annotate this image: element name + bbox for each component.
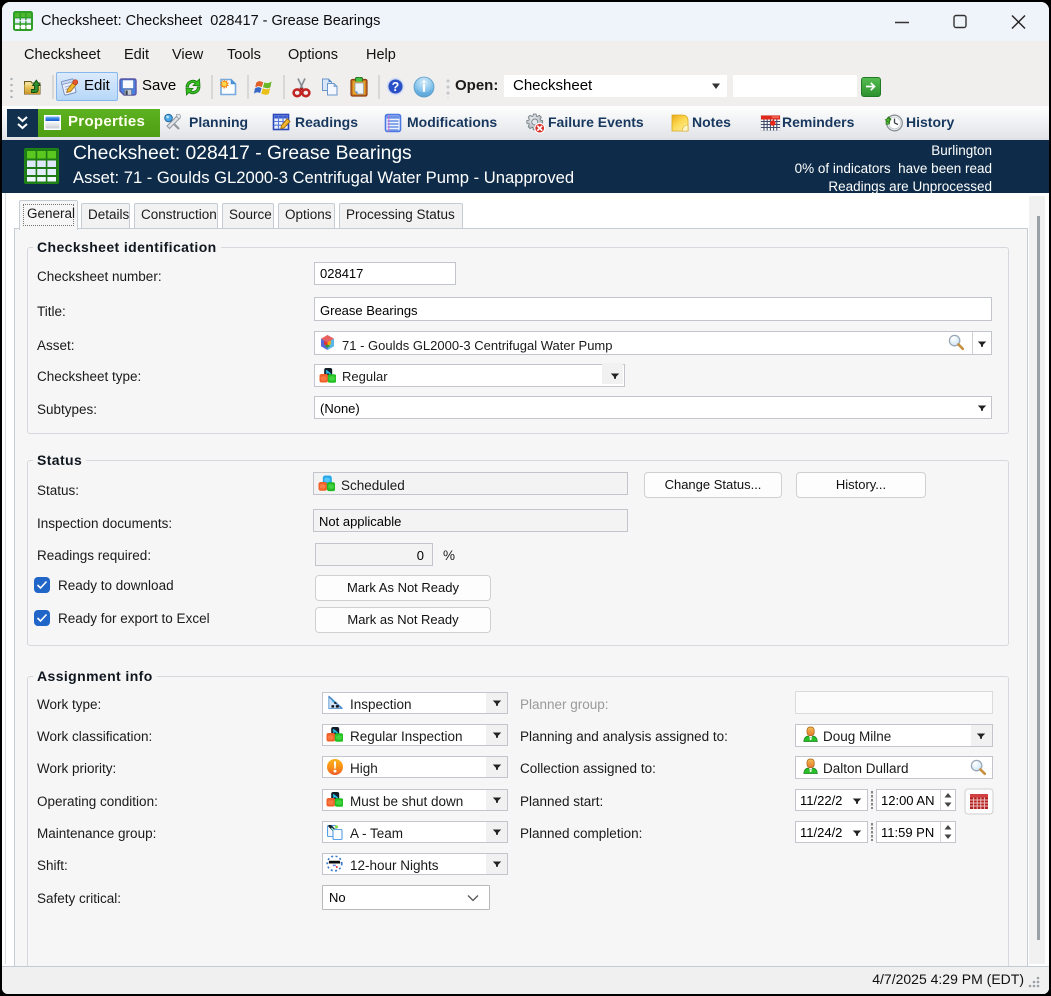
svg-text:?: ? bbox=[392, 80, 400, 94]
